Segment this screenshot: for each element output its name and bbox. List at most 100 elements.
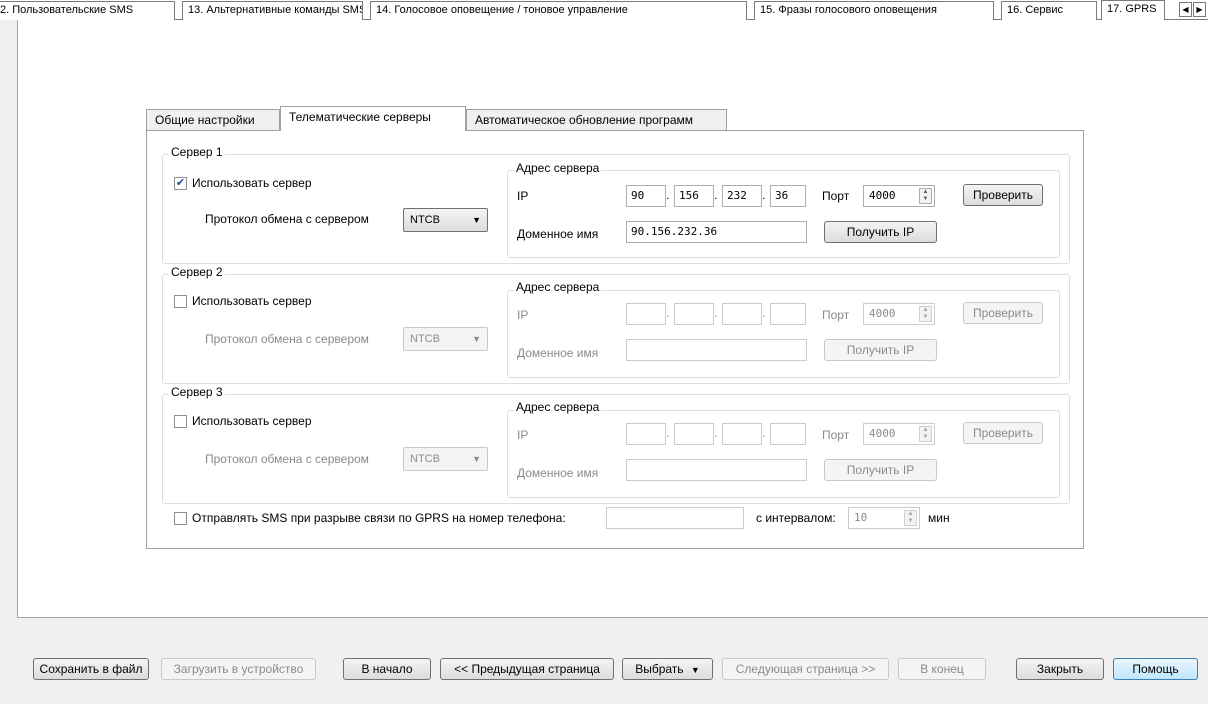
server-3-port-label: Порт bbox=[822, 428, 850, 442]
server-1-protocol-value: NTCB bbox=[410, 214, 440, 226]
tab-auto-update[interactable]: Автоматическое обновление программ bbox=[466, 109, 727, 131]
help-button[interactable]: Помощь bbox=[1113, 658, 1198, 680]
server-2-title: Сервер 2 bbox=[169, 265, 225, 279]
server-1-use-checkbox[interactable]: ✔ bbox=[174, 177, 187, 190]
server-1-ip-octet-2[interactable]: 156 bbox=[674, 185, 714, 207]
chevron-down-icon: ▼ bbox=[472, 454, 481, 464]
server-3-domain-input[interactable] bbox=[626, 459, 807, 481]
spinner-arrows-icon[interactable]: ▲ ▼ bbox=[904, 510, 917, 526]
ip-separator: . bbox=[714, 188, 718, 202]
previous-page-button[interactable]: << Предыдущая страница bbox=[440, 658, 614, 680]
ip-separator: . bbox=[762, 306, 766, 320]
server-2-use-label: Использовать сервер bbox=[192, 294, 312, 308]
server-2-domain-label: Доменное имя bbox=[517, 346, 599, 360]
tab-gprs[interactable]: 17. GPRS bbox=[1101, 0, 1165, 21]
sms-phone-input[interactable] bbox=[606, 507, 744, 529]
sms-on-disconnect-checkbox[interactable] bbox=[174, 512, 187, 525]
server-2-use-checkbox[interactable] bbox=[174, 295, 187, 308]
server-2-protocol-select[interactable]: NTCB ▼ bbox=[403, 327, 488, 351]
spinner-arrows-icon[interactable]: ▲ ▼ bbox=[919, 188, 932, 204]
server-2-port-stepper[interactable]: 4000 ▲ ▼ bbox=[863, 303, 935, 325]
server-3-check-button[interactable]: Проверить bbox=[963, 422, 1043, 444]
page-tab-strip: 2. Пользовательские SMS 13. Альтернативн… bbox=[0, 0, 1208, 21]
ip-separator: . bbox=[714, 426, 718, 440]
server-1-address-title: Адрес сервера bbox=[514, 161, 602, 175]
server-3-title: Сервер 3 bbox=[169, 385, 225, 399]
server-3-port-value: 4000 bbox=[869, 427, 896, 440]
next-page-button[interactable]: Следующая страница >> bbox=[722, 658, 889, 680]
server-2-port-value: 4000 bbox=[869, 307, 896, 320]
tab-service[interactable]: 16. Сервис bbox=[1001, 1, 1097, 20]
tab-general-settings[interactable]: Общие настройки bbox=[146, 109, 280, 131]
server-2-protocol-label: Протокол обмена с сервером bbox=[205, 332, 369, 346]
server-2-ip-octet-4[interactable] bbox=[770, 303, 806, 325]
server-3-ip-octet-2[interactable] bbox=[674, 423, 714, 445]
server-3-ip-octet-1[interactable] bbox=[626, 423, 666, 445]
server-1-protocol-select[interactable]: NTCB ▼ bbox=[403, 208, 488, 232]
select-page-button[interactable]: Выбрать ▼ bbox=[622, 658, 713, 680]
server-3-use-label: Использовать сервер bbox=[192, 414, 312, 428]
tab-telematic-servers[interactable]: Телематические серверы bbox=[280, 106, 466, 131]
server-1-ip-octet-3[interactable]: 232 bbox=[722, 185, 762, 207]
spinner-arrows-icon[interactable]: ▲ ▼ bbox=[919, 426, 932, 442]
scroll-left-icon[interactable]: ◀ bbox=[1179, 2, 1192, 17]
server-1-title: Сервер 1 bbox=[169, 145, 225, 159]
server-1-ip-octet-1[interactable]: 90 bbox=[626, 185, 666, 207]
ip-separator: . bbox=[666, 426, 670, 440]
server-1-protocol-label: Протокол обмена с сервером bbox=[205, 212, 369, 226]
chevron-down-icon: ▼ bbox=[690, 665, 700, 675]
server-3-ip-octet-3[interactable] bbox=[722, 423, 762, 445]
sms-interval-label: с интервалом: bbox=[756, 511, 836, 525]
server-1-check-button[interactable]: Проверить bbox=[963, 184, 1043, 206]
ip-separator: . bbox=[762, 426, 766, 440]
server-3-ip-octet-4[interactable] bbox=[770, 423, 806, 445]
server-2-address-title: Адрес сервера bbox=[514, 280, 602, 294]
server-3-ip-label: IP bbox=[517, 428, 529, 442]
sms-interval-stepper[interactable]: 10 ▲ ▼ bbox=[848, 507, 920, 529]
ip-separator: . bbox=[762, 188, 766, 202]
server-2-ip-octet-1[interactable] bbox=[626, 303, 666, 325]
server-3-protocol-label: Протокол обмена с сервером bbox=[205, 452, 369, 466]
ip-separator: . bbox=[666, 188, 670, 202]
server-3-domain-label: Доменное имя bbox=[517, 466, 599, 480]
server-2-ip-octet-3[interactable] bbox=[722, 303, 762, 325]
go-to-start-button[interactable]: В начало bbox=[343, 658, 431, 680]
server-2-ip-label: IP bbox=[517, 308, 529, 322]
server-2-port-label: Порт bbox=[822, 308, 850, 322]
server-1-domain-input[interactable]: 90.156.232.36 bbox=[626, 221, 807, 243]
sms-on-disconnect-label: Отправлять SMS при разрыве связи по GPRS… bbox=[192, 511, 566, 525]
tab-voice-phrases[interactable]: 15. Фразы голосового оповещения bbox=[754, 1, 994, 20]
close-button[interactable]: Закрыть bbox=[1016, 658, 1104, 680]
tab-voice-alert[interactable]: 14. Голосовое оповещение / тоновое управ… bbox=[370, 1, 747, 20]
tab-alt-sms-commands[interactable]: 13. Альтернативные команды SMS bbox=[182, 1, 363, 20]
server-2-check-button[interactable]: Проверить bbox=[963, 302, 1043, 324]
server-2-protocol-value: NTCB bbox=[410, 333, 440, 345]
server-2-domain-input[interactable] bbox=[626, 339, 807, 361]
spinner-arrows-icon[interactable]: ▲ ▼ bbox=[919, 306, 932, 322]
server-1-port-value: 4000 bbox=[869, 189, 896, 202]
save-to-file-button[interactable]: Сохранить в файл bbox=[33, 658, 149, 680]
chevron-down-icon: ▼ bbox=[472, 215, 481, 225]
server-3-port-stepper[interactable]: 4000 ▲ ▼ bbox=[863, 423, 935, 445]
server-1-use-label: Использовать сервер bbox=[192, 176, 312, 190]
server-3-get-ip-button[interactable]: Получить IP bbox=[824, 459, 937, 481]
server-1-port-stepper[interactable]: 4000 ▲ ▼ bbox=[863, 185, 935, 207]
server-1-get-ip-button[interactable]: Получить IP bbox=[824, 221, 937, 243]
load-to-device-button[interactable]: Загрузить в устройство bbox=[161, 658, 316, 680]
select-page-label: Выбрать bbox=[635, 662, 684, 676]
ip-separator: . bbox=[714, 306, 718, 320]
server-1-ip-octet-4[interactable]: 36 bbox=[770, 185, 806, 207]
chevron-down-icon: ▼ bbox=[472, 334, 481, 344]
sms-interval-value: 10 bbox=[854, 511, 868, 524]
tab-user-sms[interactable]: 2. Пользовательские SMS bbox=[0, 1, 175, 20]
sms-interval-unit: мин bbox=[928, 511, 950, 525]
server-3-protocol-value: NTCB bbox=[410, 453, 440, 465]
server-2-ip-octet-2[interactable] bbox=[674, 303, 714, 325]
go-to-end-button[interactable]: В конец bbox=[898, 658, 986, 680]
server-3-address-title: Адрес сервера bbox=[514, 400, 602, 414]
server-3-protocol-select[interactable]: NTCB ▼ bbox=[403, 447, 488, 471]
server-2-get-ip-button[interactable]: Получить IP bbox=[824, 339, 937, 361]
server-3-use-checkbox[interactable] bbox=[174, 415, 187, 428]
server-1-port-label: Порт bbox=[822, 189, 850, 203]
scroll-right-icon[interactable]: ▶ bbox=[1193, 2, 1206, 17]
